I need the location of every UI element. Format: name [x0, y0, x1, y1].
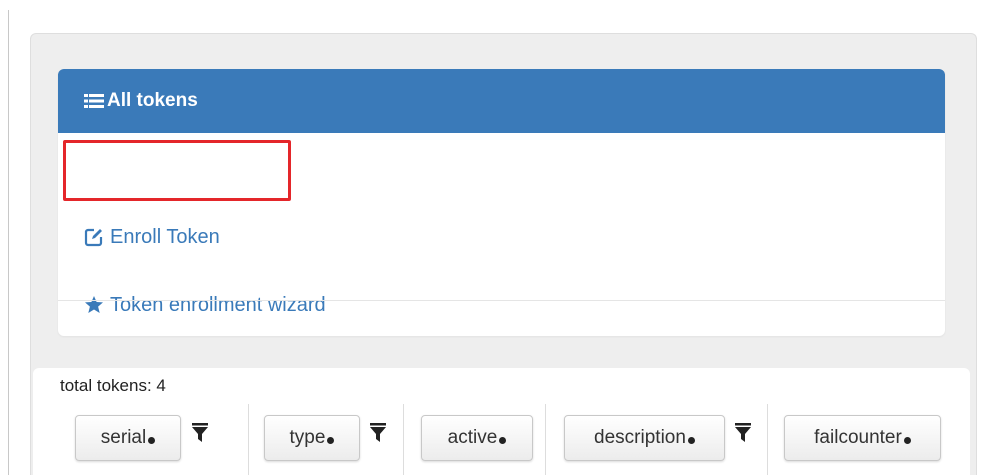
sort-description-button[interactable]: description	[564, 415, 725, 461]
all-tokens-header[interactable]: All tokens	[58, 69, 945, 133]
filter-icon[interactable]	[192, 423, 208, 443]
edit-icon	[84, 227, 104, 247]
serial-column-label: serial	[100, 427, 147, 448]
token-enrollment-wizard-link[interactable]: Token enrollment wizard	[58, 288, 945, 322]
column-separator	[248, 404, 249, 475]
menu-divider	[58, 300, 945, 301]
sort-dot-icon	[499, 436, 507, 444]
sort-type-button[interactable]: type	[264, 415, 360, 461]
filter-icon[interactable]	[735, 423, 751, 443]
sort-serial-button[interactable]: serial	[75, 415, 181, 461]
token-enrollment-wizard-label: Token enrollment wizard	[110, 293, 326, 316]
enroll-token-label: Enroll Token	[110, 225, 220, 248]
sort-dot-icon	[903, 436, 911, 444]
sort-failcounter-button[interactable]: failcounter	[784, 415, 941, 461]
sort-dot-icon	[327, 436, 335, 444]
failcounter-column-label: failcounter	[814, 427, 902, 448]
description-column-label: description	[594, 427, 686, 448]
page-left-border	[8, 10, 9, 475]
all-tokens-label: All tokens	[107, 90, 198, 111]
total-tokens-count: total tokens: 4	[60, 376, 166, 395]
star-icon	[84, 295, 104, 315]
token-table-panel: total tokens: 4 serial type active descr…	[33, 368, 970, 475]
column-separator	[545, 404, 546, 475]
filter-icon[interactable]	[370, 423, 386, 443]
type-column-label: type	[289, 427, 326, 448]
sort-active-button[interactable]: active	[421, 415, 533, 461]
list-icon	[84, 92, 104, 110]
sort-dot-icon	[148, 436, 156, 444]
token-menu-panel: All tokens Enroll Token Token enrollment…	[58, 69, 945, 336]
sort-dot-icon	[687, 436, 695, 444]
column-separator	[767, 404, 768, 475]
enroll-token-link[interactable]: Enroll Token	[58, 220, 945, 254]
column-separator	[403, 404, 404, 475]
active-column-label: active	[447, 427, 498, 448]
